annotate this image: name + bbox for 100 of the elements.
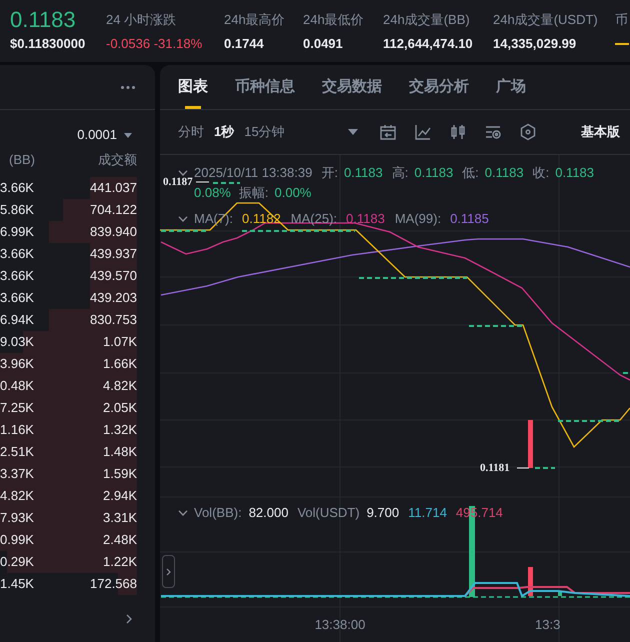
usd-price: $0.11830000 [10, 36, 86, 52]
stat-label: 币 [615, 12, 629, 28]
price-dash [469, 325, 524, 327]
caret-icon [124, 132, 132, 138]
tab[interactable]: 广场 [496, 65, 526, 109]
time-axis-label: 13:3 [535, 617, 560, 633]
stat-value: 0.1744 [224, 36, 265, 52]
turnover-cell: 4.82K [103, 378, 137, 394]
last-price: 0.1183 [10, 8, 77, 32]
turnover-cell: 441.037 [90, 180, 137, 196]
price-dash [535, 467, 555, 469]
chevron-down-icon[interactable] [178, 216, 188, 222]
legend-label: Vol(USDT) [297, 505, 360, 521]
turnover-cell: 830.753 [90, 312, 137, 328]
quantity-cell: 1.45K [0, 576, 34, 592]
caret-icon[interactable] [348, 129, 358, 135]
tab[interactable]: 交易数据 [322, 65, 382, 109]
quantity-cell: 0.48K [0, 378, 34, 394]
quantity-cell: 6.94K [0, 312, 34, 328]
legend-value: 0.1183 [555, 165, 594, 181]
tab[interactable]: 币种信息 [235, 65, 295, 109]
quantity-cell: 3.96K [0, 356, 34, 372]
hexagon-icon[interactable] [519, 123, 537, 141]
chevron-down-icon[interactable] [178, 510, 188, 516]
price-dash [161, 230, 209, 232]
legend-label: Vol(BB): [194, 505, 242, 521]
legend-value: 11.714 [408, 505, 447, 521]
quantity-cell: 7.25K [0, 400, 34, 416]
line-chart-icon[interactable] [414, 123, 432, 141]
quantity-cell: 3.66K [0, 290, 34, 306]
turnover-cell: 439.937 [90, 246, 137, 262]
stat-label: 24h最低价 [303, 12, 365, 28]
candlestick-icon[interactable] [449, 123, 467, 141]
interval-tab[interactable]: 15分钟 [244, 124, 285, 140]
legend-value: 0.1183 [414, 165, 454, 181]
quantity-cell: 3.37K [0, 466, 34, 482]
legend-value: 9.700 [366, 505, 400, 521]
chevron-right-icon [166, 568, 171, 576]
more-icon[interactable] [121, 86, 135, 88]
volume-bar [558, 592, 562, 596]
tab[interactable]: 图表 [178, 65, 208, 109]
legend-label: 振幅: [238, 185, 268, 201]
stat-label: 24h成交量(BB) [383, 12, 471, 28]
column-header: 成交额 [98, 152, 137, 169]
quantity-cell: 3.66K [0, 246, 34, 262]
calendar-icon[interactable] [379, 123, 397, 141]
quantity-cell: 3.66K [0, 180, 34, 196]
stat-label: 24h成交量(USDT) [493, 12, 599, 28]
price-dash [213, 182, 240, 184]
turnover-cell: 172.568 [90, 576, 137, 592]
turnover-cell: 1.59K [103, 466, 137, 482]
quantity-cell: 3.66K [0, 268, 34, 284]
price-dash [623, 372, 630, 374]
stat-value: 112,644,474.10 [383, 36, 474, 52]
legend-datetime: 2025/10/11 13:38:39 [194, 165, 312, 181]
stat-value: -0.0536 -31.18% [106, 36, 204, 52]
quantity-cell: 6.99K [0, 224, 34, 240]
quantity-cell: 4.82K [0, 488, 34, 504]
legend-label: 收: [532, 165, 550, 181]
turnover-cell: 3.31K [103, 510, 137, 526]
chevron-down-icon[interactable] [178, 170, 188, 176]
column-header: (BB) [8, 152, 35, 169]
legend-value: 0.1183 [346, 211, 385, 227]
precision-select[interactable]: 0.0001 [77, 127, 132, 143]
stat-label: 24h最高价 [224, 12, 286, 28]
interval-tab[interactable]: 1秒 [214, 124, 234, 140]
quantity-cell: 2.51K [0, 444, 34, 460]
legend-value: 82.000 [248, 505, 288, 521]
legend-label: 开: [321, 165, 338, 181]
quantity-cell: 0.99K [0, 532, 34, 548]
legend-label: 低: [462, 165, 479, 181]
legend-label: MA(25): [290, 211, 338, 227]
interval-tab[interactable]: 分时 [178, 124, 204, 140]
time-axis-label: 13:38:00 [314, 617, 366, 633]
dash-mark [615, 43, 629, 45]
turnover-cell: 1.66K [103, 356, 137, 372]
price-marker-label: 0.1181 [480, 462, 510, 474]
turnover-cell: 439.203 [90, 290, 137, 306]
quantity-cell: 1.16K [0, 422, 34, 438]
chevron-right-icon[interactable] [126, 614, 132, 624]
turnover-cell: 2.48K [103, 532, 137, 548]
legend-value: 0.00% [274, 185, 312, 201]
edition-button[interactable]: 基本版 [581, 124, 620, 140]
quantity-cell: 5.86K [0, 202, 34, 218]
stat-label: 24 小时涨跌 [106, 12, 178, 28]
quantity-cell: 0.29K [0, 554, 34, 570]
legend-label: MA(99): [394, 211, 442, 227]
turnover-cell: 1.22K [103, 554, 137, 570]
turnover-cell: 2.94K [103, 488, 137, 504]
candle [528, 420, 533, 468]
price-marker-label: 0.1187 [163, 176, 193, 188]
quantity-cell: 9.03K [0, 334, 34, 350]
legend-value: 0.1183 [484, 165, 524, 181]
turnover-cell: 2.05K [103, 400, 137, 416]
quantity-cell: 7.93K [0, 510, 34, 526]
tab[interactable]: 交易分析 [409, 65, 469, 109]
turnover-cell: 704.122 [90, 202, 137, 218]
turnover-cell: 1.48K [103, 444, 137, 460]
legend-value: 0.1183 [344, 165, 383, 181]
legend-value: 0.1185 [450, 211, 489, 227]
